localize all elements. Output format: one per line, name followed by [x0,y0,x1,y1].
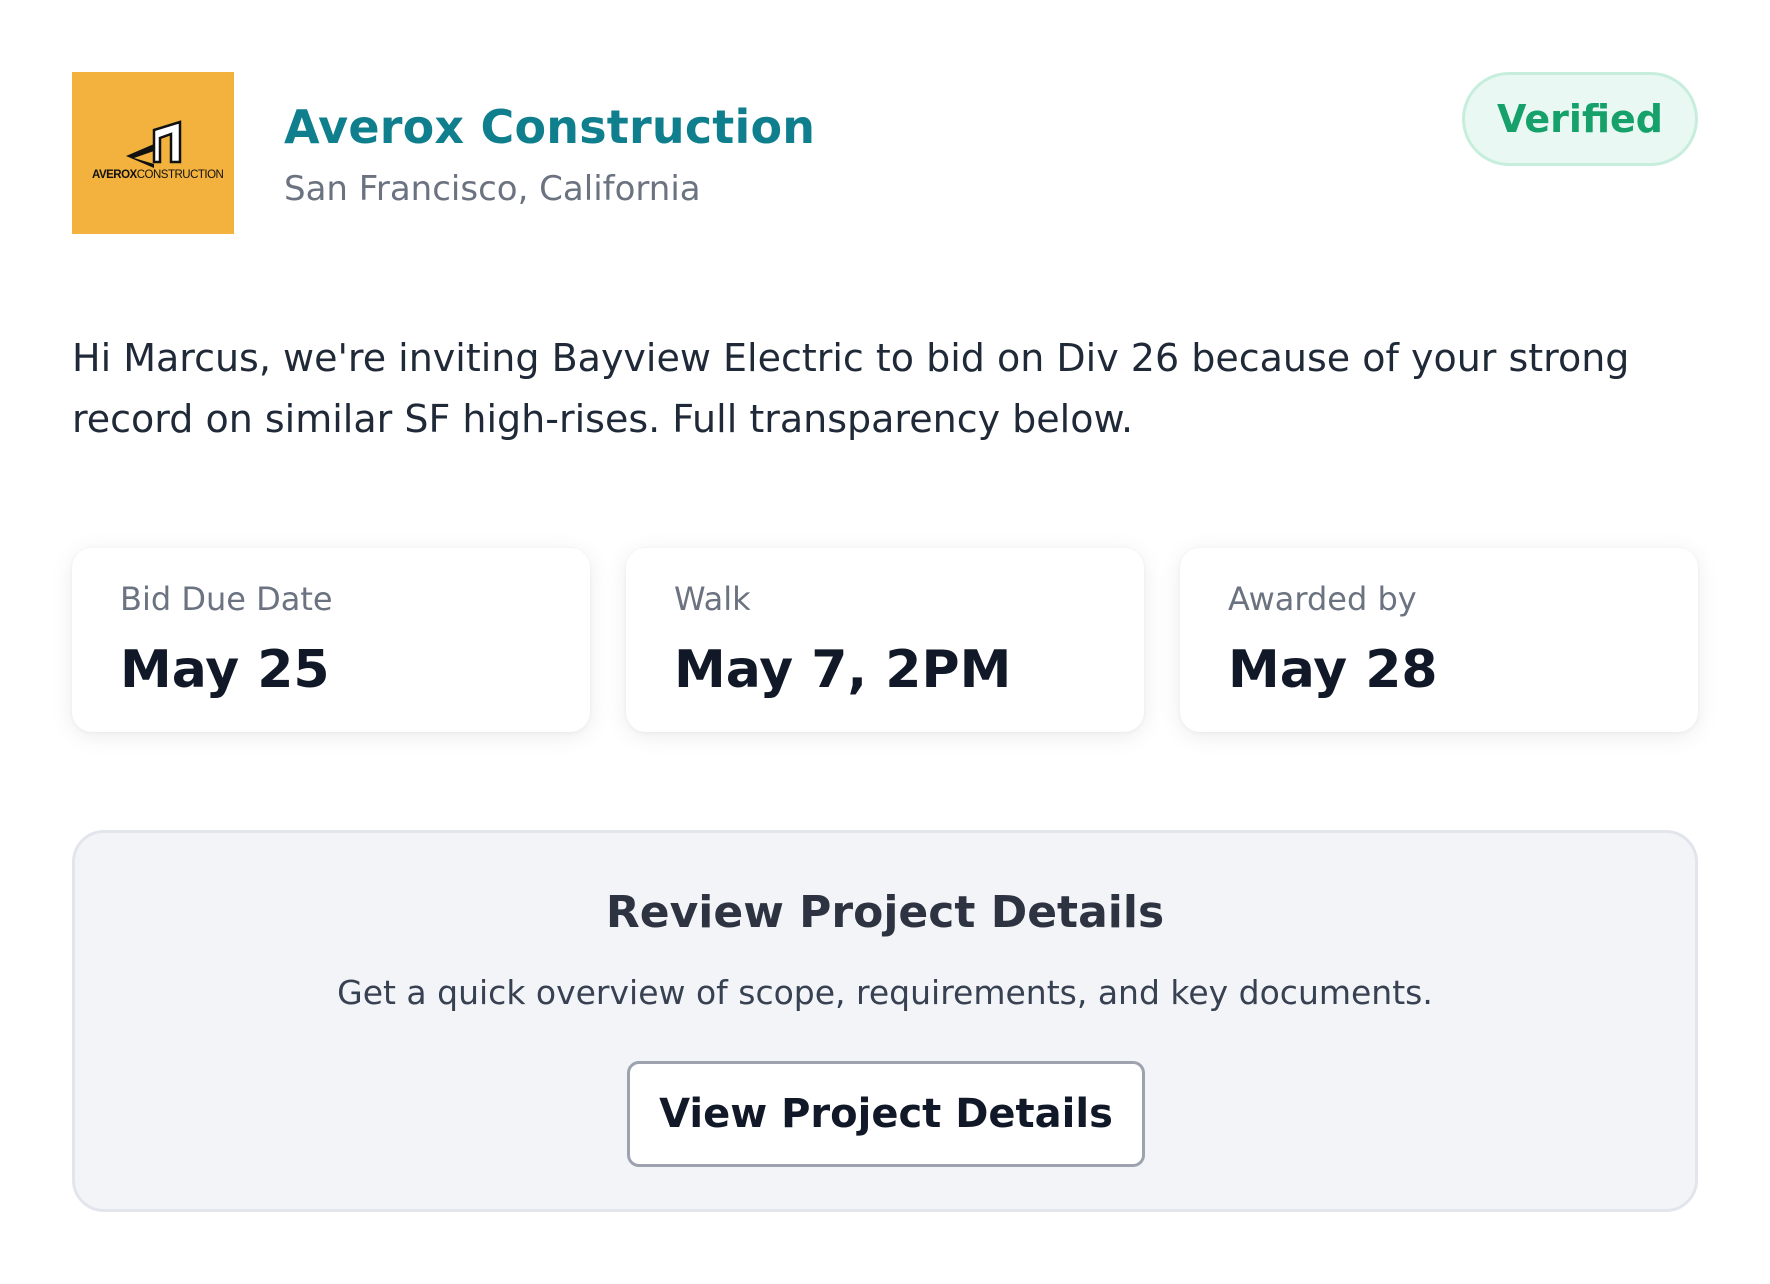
company-header: AVEROXCONSTRUCTION Averox Construction S… [72,72,1698,236]
stat-value: May 25 [120,640,330,700]
company-name[interactable]: Averox Construction [284,100,815,154]
stat-card-walk: Walk May 7, 2PM [626,548,1144,732]
view-project-details-button[interactable]: View Project Details [627,1061,1145,1167]
logo-mark-icon [126,120,182,168]
stat-label: Walk [674,580,751,618]
review-project-panel: Review Project Details Get a quick overv… [72,830,1698,1212]
logo-wordmark: AVEROXCONSTRUCTION [92,169,224,181]
stat-label: Bid Due Date [120,580,333,618]
stat-value: May 28 [1228,640,1438,700]
stat-value: May 7, 2PM [674,640,1012,700]
invitation-message: Hi Marcus, we're inviting Bayview Electr… [72,336,1630,441]
review-subtitle: Get a quick overview of scope, requireme… [337,973,1433,1012]
key-dates: Bid Due Date May 25 Walk May 7, 2PM Awar… [72,548,1698,732]
company-location: San Francisco, California [284,169,701,209]
verified-badge: Verified [1462,72,1698,166]
stat-card-awarded-by: Awarded by May 28 [1180,548,1698,732]
stat-card-bid-due-date: Bid Due Date May 25 [72,548,590,732]
review-title: Review Project Details [605,887,1165,938]
stat-label: Awarded by [1228,580,1417,618]
company-logo: AVEROXCONSTRUCTION [72,72,234,234]
